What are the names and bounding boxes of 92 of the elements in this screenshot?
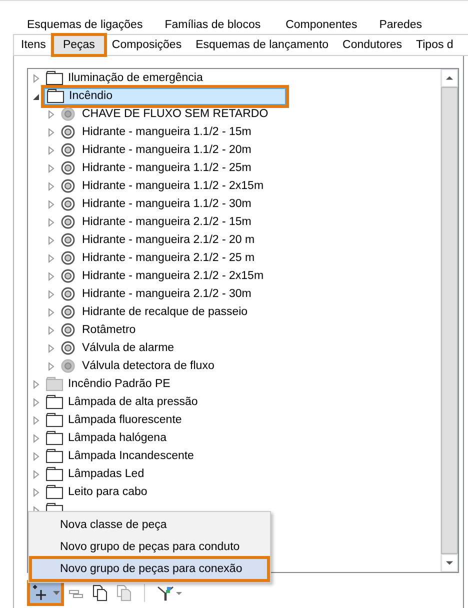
target-icon [61, 305, 75, 319]
filter-icon [157, 584, 183, 602]
tree-item[interactable]: CHAVE DE FLUXO SEM RETARDO [82, 108, 268, 120]
collapsed-arrow-icon[interactable] [48, 326, 55, 334]
tree-item[interactable]: Lâmpada Incandescente [44, 448, 198, 464]
tree-item[interactable]: Lâmpada de alta pressão [44, 394, 202, 410]
tree-item[interactable]: Leito para cabo [44, 484, 152, 500]
collapsed-arrow-icon[interactable] [48, 290, 55, 298]
tree-item[interactable]: Válvula detectora de fluxo [82, 360, 214, 372]
collapsed-arrow-icon[interactable] [33, 416, 40, 424]
tree-item[interactable]: Hidrante - mangueira 1.1/2 - 20m [82, 144, 252, 156]
copy-button[interactable] [90, 582, 110, 604]
tab[interactable]: Famílias de blocos [164, 19, 261, 31]
tree-item[interactable]: Lâmpada halógena [44, 430, 170, 446]
folder-icon [46, 413, 63, 427]
tab[interactable]: Composições [104, 35, 189, 55]
paste-icon [116, 584, 132, 602]
tab[interactable]: Esquemas de ligações [27, 19, 143, 31]
tab[interactable]: Paredes [379, 19, 422, 31]
tree-item[interactable]: Hidrante - mangueira 2.1/2 - 15m [82, 216, 252, 228]
tree-item[interactable]: Hidrante - mangueira 2.1/2 - 25 m [82, 252, 255, 264]
tree-item[interactable]: Lâmpadas Led [44, 466, 148, 482]
copy-icon [92, 584, 108, 602]
collapsed-arrow-icon[interactable] [48, 218, 55, 226]
tree-item[interactable]: Hidrante - mangueira 2.1/2 - 20 m [82, 234, 255, 246]
target-icon [61, 179, 75, 193]
tree-item[interactable]: Hidrante - mangueira 1.1/2 - 2x15m [82, 180, 264, 192]
target-icon [61, 251, 75, 265]
tree-item[interactable]: Incêndio Padrão PE [44, 376, 174, 392]
tree-item[interactable]: Hidrante de recalque de passeio [82, 306, 248, 318]
target-icon [61, 233, 75, 247]
target-icon [61, 287, 75, 301]
expanded-arrow-icon[interactable] [33, 92, 40, 100]
target-icon [61, 215, 75, 229]
folder-icon [46, 467, 63, 481]
tree-item[interactable]: Hidrante - mangueira 1.1/2 - 15m [82, 126, 252, 138]
collapsed-arrow-icon[interactable] [33, 470, 40, 478]
collapsed-arrow-icon[interactable] [48, 344, 55, 352]
collapsed-arrow-icon[interactable] [33, 488, 40, 496]
disk-icon [61, 107, 75, 121]
collapsed-arrow-icon[interactable] [48, 200, 55, 208]
target-icon [61, 341, 75, 355]
folder-icon [46, 71, 63, 85]
tab[interactable]: Itens [14, 35, 53, 55]
collapsed-arrow-icon[interactable] [48, 182, 55, 190]
tree-item[interactable]: Válvula de alarme [82, 342, 174, 354]
target-icon [61, 125, 75, 139]
collapsed-arrow-icon[interactable] [48, 128, 55, 136]
folder-icon [46, 395, 63, 409]
tree-item[interactable]: Rotâmetro [82, 324, 136, 336]
tab[interactable]: Esquemas de lançamento [188, 35, 336, 55]
collapsed-arrow-icon[interactable] [33, 398, 40, 406]
target-icon [61, 143, 75, 157]
collapsed-arrow-icon[interactable] [48, 272, 55, 280]
collapsed-arrow-icon[interactable] [48, 236, 55, 244]
tree-item[interactable]: Hidrante - mangueira 2.1/2 - 2x15m [82, 270, 264, 282]
disk-icon [61, 359, 75, 373]
tree-item[interactable]: Hidrante - mangueira 2.1/2 - 30m [82, 288, 252, 300]
tab[interactable]: Peças [52, 35, 105, 55]
collapsed-arrow-icon[interactable] [48, 254, 55, 262]
collapsed-arrow-icon[interactable] [48, 362, 55, 370]
target-icon [61, 161, 75, 175]
collapsed-arrow-icon[interactable] [33, 380, 40, 388]
target-icon [61, 269, 75, 283]
target-icon [61, 323, 75, 337]
scroll-down-icon[interactable] [441, 554, 458, 572]
tree-item[interactable]: Lâmpada fluorescente [44, 412, 186, 428]
collapsed-arrow-icon[interactable] [33, 74, 40, 82]
menu-item[interactable]: Novo grupo de peças para conduto [31, 536, 268, 558]
scroll-up-icon[interactable] [441, 69, 458, 87]
folder-icon [47, 89, 64, 103]
collapsed-arrow-icon[interactable] [48, 308, 55, 316]
target-icon [61, 197, 75, 211]
tree-item[interactable]: Hidrante - mangueira 1.1/2 - 25m [82, 162, 252, 174]
collapsed-arrow-icon[interactable] [33, 434, 40, 442]
collapsed-arrow-icon[interactable] [48, 110, 55, 118]
menu-item[interactable]: Novo grupo de peças para conexão [31, 558, 268, 580]
folder-icon [46, 449, 63, 463]
collapsed-arrow-icon[interactable] [33, 452, 40, 460]
collapsed-arrow-icon[interactable] [48, 146, 55, 154]
caret-icon [53, 590, 60, 596]
tree-item[interactable]: Hidrante - mangueira 1.1/2 - 30m [82, 198, 252, 210]
folder-icon [46, 485, 63, 499]
add-button[interactable] [29, 582, 62, 604]
tab[interactable]: Tipos d [409, 35, 460, 55]
tab[interactable]: Componentes [286, 19, 358, 31]
menu-item[interactable]: Nova classe de peça [31, 514, 268, 536]
tree-item[interactable]: Iluminação de emergência [44, 70, 207, 86]
collapsed-arrow-icon[interactable] [48, 164, 55, 172]
folder-icon [46, 377, 63, 391]
folder-icon [46, 431, 63, 445]
tab[interactable]: Condutores [336, 35, 410, 55]
